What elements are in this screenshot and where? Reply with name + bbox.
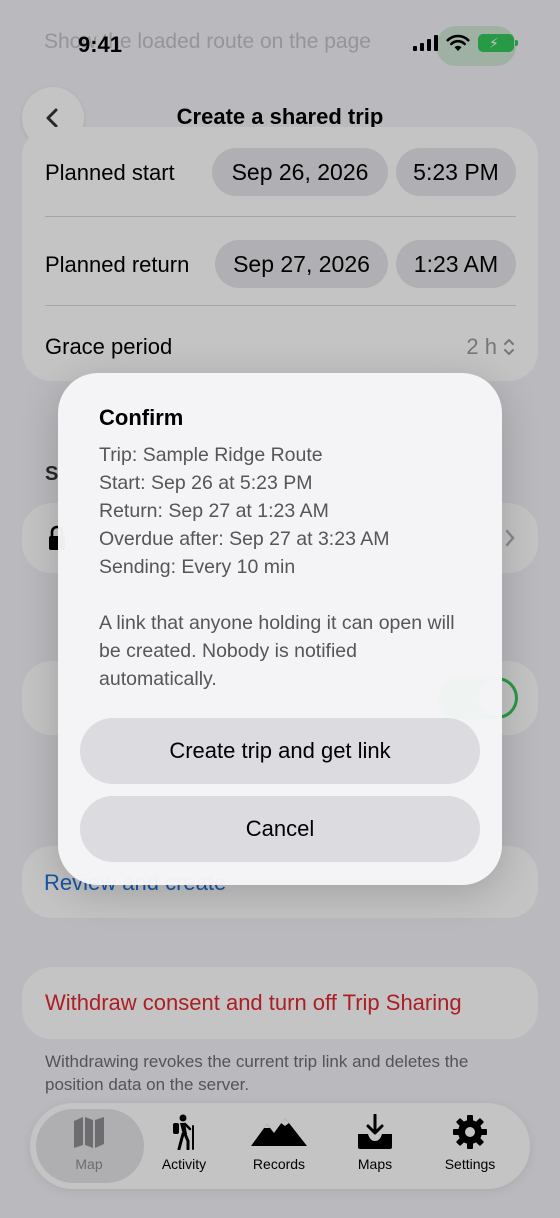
dialog-message: A link that anyone holding it can open w… [99,612,455,690]
cancel-button[interactable]: Cancel [80,796,480,862]
trip-summary: Trip: Sample Ridge Route Start: Sep 26 a… [99,441,479,581]
create-trip-button[interactable]: Create trip and get link [80,718,480,784]
summary-line-sending: Sending: Every 10 min [99,556,296,578]
dialog-title: Confirm [99,405,184,430]
summary-line-start: Start: Sep 26 at 5:23 PM [99,472,313,494]
summary-line-overdue: Overdue after: Sep 27 at 3:23 AM [99,528,390,550]
summary-line-trip: Trip: Sample Ridge Route [99,444,323,466]
summary-line-return: Return: Sep 27 at 1:23 AM [99,500,329,522]
confirm-dialog: Confirm Trip: Sample Ridge Route Start: … [58,373,502,885]
